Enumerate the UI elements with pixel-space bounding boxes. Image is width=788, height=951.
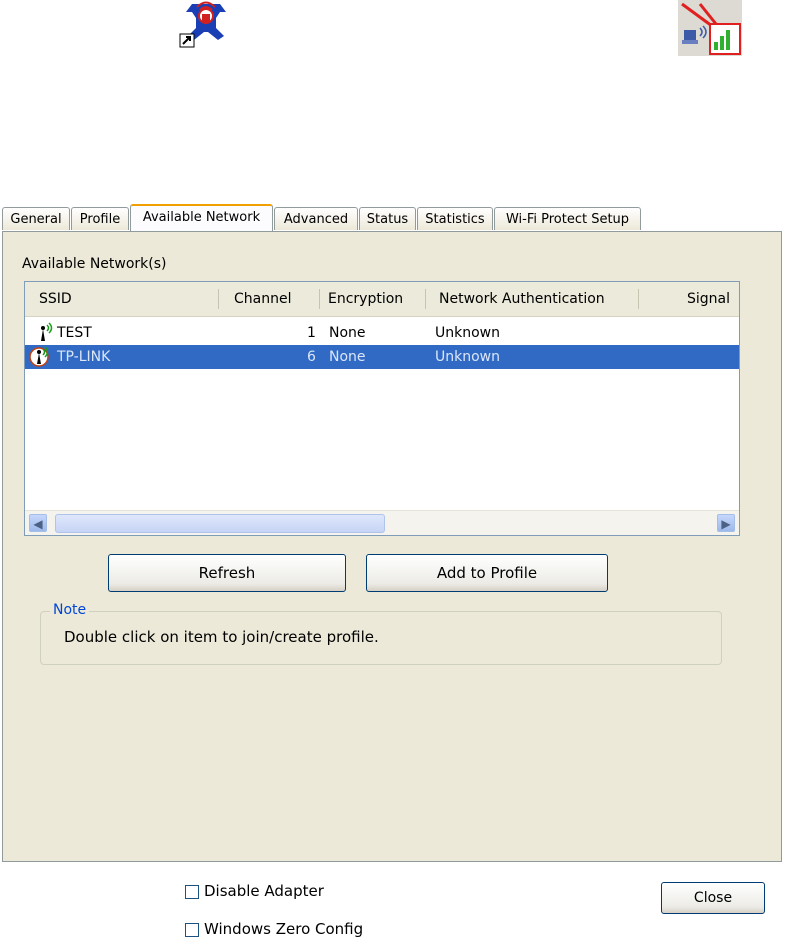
list-header: SSID Channel Encryption Network Authenti… — [25, 282, 739, 317]
add-to-profile-button[interactable]: Add to Profile — [366, 554, 608, 592]
close-button[interactable]: Close — [661, 882, 765, 914]
tab-wifi-protect-setup[interactable]: Wi-Fi Protect Setup — [494, 207, 641, 230]
available-networks-label: Available Network(s) — [22, 256, 167, 272]
disable-adapter-checkbox[interactable] — [185, 885, 199, 899]
tray-signal-icon[interactable] — [678, 0, 742, 56]
scroll-thumb[interactable] — [55, 514, 385, 533]
refresh-button[interactable]: Refresh — [108, 554, 346, 592]
scroll-left-icon[interactable]: ◀ — [29, 514, 47, 532]
column-channel[interactable]: Channel — [234, 282, 291, 316]
disable-adapter-label[interactable]: Disable Adapter — [204, 882, 324, 900]
windows-zero-config-label[interactable]: Windows Zero Config — [204, 920, 363, 938]
tab-bar: General Profile Available Network Advanc… — [2, 204, 782, 232]
column-signal[interactable]: Signal — [687, 282, 730, 316]
tab-statistics[interactable]: Statistics — [417, 207, 493, 230]
network-row-tp-link[interactable]: TP-LINK 6 None Unknown — [25, 345, 739, 369]
tab-advanced[interactable]: Advanced — [274, 207, 358, 230]
column-ssid[interactable]: SSID — [39, 282, 72, 316]
connected-antenna-icon — [29, 345, 53, 377]
column-encryption[interactable]: Encryption — [328, 282, 403, 316]
column-network-authentication[interactable]: Network Authentication — [439, 282, 605, 316]
network-channel: 1 — [307, 325, 316, 341]
network-list[interactable]: SSID Channel Encryption Network Authenti… — [24, 281, 740, 536]
utility-shortcut-icon[interactable] — [178, 0, 234, 48]
note-text: Double click on item to join/create prof… — [64, 628, 379, 646]
network-authentication: Unknown — [435, 325, 500, 341]
tab-available-network[interactable]: Available Network — [130, 204, 273, 231]
horizontal-scrollbar[interactable]: ◀ ▶ — [25, 510, 739, 535]
network-encryption: None — [329, 349, 366, 365]
network-encryption: None — [329, 325, 366, 341]
network-ssid: TEST — [57, 325, 92, 341]
network-channel: 6 — [307, 349, 316, 365]
windows-zero-config-checkbox[interactable] — [185, 923, 199, 937]
tab-general[interactable]: General — [2, 207, 70, 230]
network-row-test[interactable]: TEST 1 None Unknown — [25, 321, 739, 345]
network-ssid: TP-LINK — [57, 349, 111, 365]
network-authentication: Unknown — [435, 349, 500, 365]
note-title: Note — [50, 602, 90, 618]
tab-status[interactable]: Status — [359, 207, 416, 230]
scroll-right-icon[interactable]: ▶ — [717, 514, 735, 532]
tab-profile[interactable]: Profile — [71, 207, 129, 230]
